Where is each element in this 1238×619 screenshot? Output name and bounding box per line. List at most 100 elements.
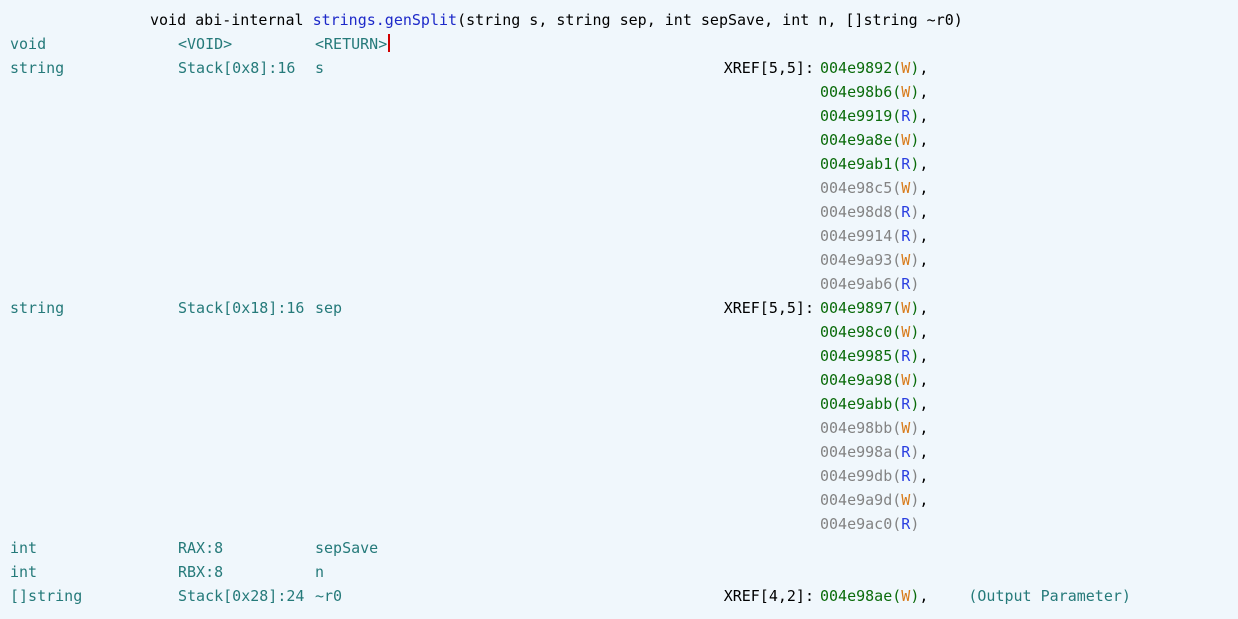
xref-address[interactable]: 004e998a (820, 443, 892, 461)
location-cell[interactable]: RAX:8 (178, 536, 315, 560)
name-cell[interactable]: sepSave (315, 536, 720, 560)
xref-continuation-row[interactable]: 004e9919(R), (10, 104, 1238, 128)
xref-address[interactable]: 004e9919 (820, 107, 892, 125)
name-cell[interactable]: <RETURN> (315, 32, 720, 56)
xref-address[interactable]: 004e9985 (820, 347, 892, 365)
xref-address[interactable]: 004e98c0 (820, 323, 892, 341)
xref-continuation-row[interactable]: 004e98bb(W), (10, 416, 1238, 440)
xref-address[interactable]: 004e98b6 (820, 83, 892, 101)
xref-address[interactable]: 004e9914 (820, 227, 892, 245)
xref-continuation-row[interactable]: 004e98b6(W), (10, 80, 1238, 104)
xref-continuation-row[interactable]: 004e9a98(W), (10, 368, 1238, 392)
xref-continuation-row[interactable]: 004e9985(R), (10, 344, 1238, 368)
xref-continuation-row[interactable]: 004e98c0(W), (10, 320, 1238, 344)
xref-cell[interactable]: 004e998a(R), (820, 440, 928, 464)
xref-address[interactable]: 004e9897 (820, 299, 892, 317)
xref-continuation-row[interactable]: 004e998a(R), (10, 440, 1238, 464)
location-cell[interactable]: RBX:8 (178, 560, 315, 584)
xref-cell[interactable]: 004e98b6(W), (820, 80, 928, 104)
empty-cell (315, 344, 720, 368)
xref-continuation-row[interactable]: 004e9a9d(W), (10, 488, 1238, 512)
xref-address[interactable]: 004e9ab6 (820, 275, 892, 293)
type-cell[interactable]: []string (10, 584, 178, 608)
type-cell[interactable]: string (10, 296, 178, 320)
xref-cell[interactable]: 004e9a98(W), (820, 368, 928, 392)
xref-address[interactable]: 004e9892 (820, 59, 892, 77)
xref-cell[interactable]: 004e9abb(R), (820, 392, 928, 416)
xref-address[interactable]: 004e98ae (820, 587, 892, 605)
xref-address[interactable]: 004e98d8 (820, 203, 892, 221)
location-cell[interactable]: Stack[0x8]:16 (178, 56, 315, 80)
sig-paren-close: ) (954, 8, 963, 32)
xref-continuation-row[interactable]: 004e99db(R), (10, 464, 1238, 488)
paren-close: ) (910, 59, 919, 77)
function-signature[interactable]: void abi-internal strings.genSplit ( str… (10, 8, 1238, 32)
xref-continuation-row[interactable]: 004e9a8e(W), (10, 128, 1238, 152)
xref-address[interactable]: 004e99db (820, 467, 892, 485)
location-cell[interactable]: Stack[0x18]:16 (178, 296, 315, 320)
xref-cell[interactable]: 004e9ab1(R), (820, 152, 928, 176)
listing-row[interactable]: intRBX:8n (10, 560, 1238, 584)
disassembly-listing[interactable]: void abi-internal strings.genSplit ( str… (0, 0, 1238, 608)
xref-continuation-row[interactable]: 004e9abb(R), (10, 392, 1238, 416)
xref-address[interactable]: 004e9a98 (820, 371, 892, 389)
xref-read-icon: R (901, 227, 910, 245)
empty-cell (178, 488, 315, 512)
xref-address[interactable]: 004e9a8e (820, 131, 892, 149)
xref-cell[interactable]: 004e98c0(W), (820, 320, 928, 344)
listing-row[interactable]: []stringStack[0x28]:24~r0XREF[4,2]:004e9… (10, 584, 1238, 608)
name-cell[interactable]: ~r0 (315, 584, 720, 608)
listing-row[interactable]: stringStack[0x8]:16sXREF[5,5]:004e9892(W… (10, 56, 1238, 80)
listing-row[interactable]: void<VOID><RETURN> (10, 32, 1238, 56)
xref-cell[interactable]: 004e9ab6(R) (820, 272, 919, 296)
xref-read-icon: R (901, 347, 910, 365)
empty-cell (720, 320, 820, 344)
xref-continuation-row[interactable]: 004e98d8(R), (10, 200, 1238, 224)
xref-address[interactable]: 004e9ab1 (820, 155, 892, 173)
xref-continuation-row[interactable]: 004e9a93(W), (10, 248, 1238, 272)
xref-cell[interactable]: 004e98d8(R), (820, 200, 928, 224)
xref-cell[interactable]: 004e98c5(W), (820, 176, 928, 200)
location-cell[interactable]: Stack[0x28]:24 (178, 584, 315, 608)
paren-open: ( (892, 587, 901, 605)
xref-continuation-row[interactable]: 004e9ab6(R) (10, 272, 1238, 296)
text-cursor (388, 34, 390, 52)
xref-cell[interactable]: 004e98ae(W), (820, 584, 928, 608)
xref-cell[interactable]: 004e9a93(W), (820, 248, 928, 272)
xref-cell[interactable]: 004e9a9d(W), (820, 488, 928, 512)
xref-cell[interactable]: 004e9892(W), (820, 56, 928, 80)
xref-cell[interactable]: 004e98bb(W), (820, 416, 928, 440)
type-cell[interactable]: void (10, 32, 178, 56)
type-cell[interactable]: string (10, 56, 178, 80)
xref-continuation-row[interactable]: 004e9ab1(R), (10, 152, 1238, 176)
listing-row[interactable]: intRAX:8sepSave (10, 536, 1238, 560)
listing-row[interactable]: stringStack[0x18]:16sepXREF[5,5]:004e989… (10, 296, 1238, 320)
xref-continuation-row[interactable]: 004e9914(R), (10, 224, 1238, 248)
xref-cell[interactable]: 004e9a8e(W), (820, 128, 928, 152)
name-cell[interactable]: n (315, 560, 720, 584)
xref-continuation-row[interactable]: 004e98c5(W), (10, 176, 1238, 200)
paren-open: ( (892, 227, 901, 245)
xref-address[interactable]: 004e9ac0 (820, 515, 892, 533)
xref-cell[interactable]: 004e9ac0(R) (820, 512, 919, 536)
xref-cell[interactable]: 004e9919(R), (820, 104, 928, 128)
name-cell[interactable]: sep (315, 296, 720, 320)
type-cell[interactable]: int (10, 560, 178, 584)
location-cell[interactable]: <VOID> (178, 32, 315, 56)
xref-address[interactable]: 004e9a93 (820, 251, 892, 269)
xref-address[interactable]: 004e9a9d (820, 491, 892, 509)
xref-cell[interactable]: 004e9897(W), (820, 296, 928, 320)
xref-address[interactable]: 004e9abb (820, 395, 892, 413)
name-cell[interactable]: s (315, 56, 720, 80)
xref-cell[interactable]: 004e9914(R), (820, 224, 928, 248)
xref-cell[interactable]: 004e9985(R), (820, 344, 928, 368)
xref-cell[interactable]: 004e99db(R), (820, 464, 928, 488)
xref-address[interactable]: 004e98c5 (820, 179, 892, 197)
empty-cell (10, 392, 178, 416)
xref-continuation-row[interactable]: 004e9ac0(R) (10, 512, 1238, 536)
xref-address[interactable]: 004e98bb (820, 419, 892, 437)
empty-cell (178, 368, 315, 392)
xref-read-icon: R (901, 155, 910, 173)
sig-func-name[interactable]: strings.genSplit (313, 8, 458, 32)
type-cell[interactable]: int (10, 536, 178, 560)
